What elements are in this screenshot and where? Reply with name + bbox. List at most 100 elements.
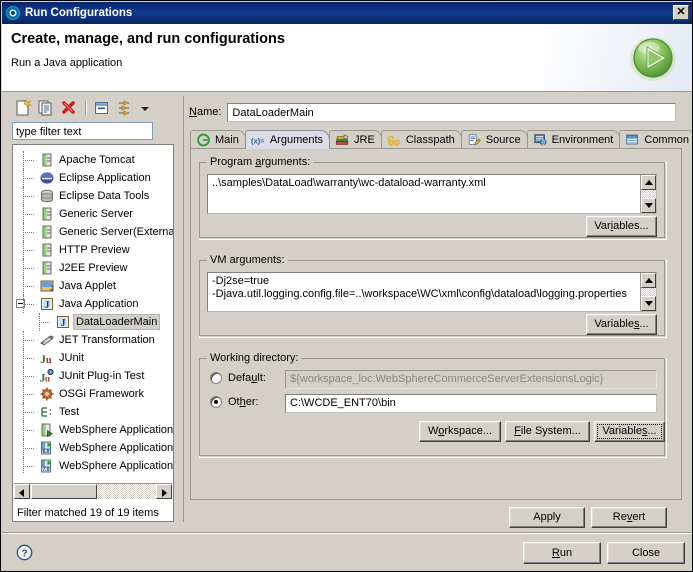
tree-item-label: Generic Server(External Launch) bbox=[59, 226, 173, 238]
database-icon bbox=[39, 188, 55, 204]
default-radio[interactable] bbox=[210, 372, 222, 384]
tab-jre[interactable]: JRE bbox=[329, 130, 382, 149]
tree-horizontal-scrollbar[interactable] bbox=[14, 483, 172, 499]
window-title: Run Configurations bbox=[25, 7, 133, 19]
tree-item[interactable]: JET Transformation bbox=[13, 331, 173, 349]
tree-item[interactable]: 7.0 WebSphere Application Server v7.0 bbox=[13, 457, 173, 473]
other-radio[interactable] bbox=[210, 396, 222, 408]
scroll-thumb[interactable] bbox=[31, 484, 97, 499]
chevron-down-icon[interactable] bbox=[140, 99, 150, 117]
tab-source[interactable]: Source bbox=[460, 130, 528, 149]
common-tab-icon bbox=[625, 133, 641, 147]
delete-icon[interactable] bbox=[59, 98, 79, 118]
tree-item[interactable]: J Java Applet bbox=[13, 277, 173, 295]
working-directory-default-value: ${workspace_loc:WebSphereCommerceServerE… bbox=[285, 370, 657, 389]
scroll-track[interactable] bbox=[641, 190, 656, 198]
working-directory-other-input[interactable]: C:\WCDE_ENT70\bin bbox=[285, 394, 657, 413]
scroll-left-button[interactable] bbox=[14, 484, 30, 499]
tree-item[interactable]: HTTP Preview bbox=[13, 241, 173, 259]
websphere60-icon: 6.0 bbox=[39, 440, 55, 456]
tree-item[interactable]: Ju JUnit Plug-in Test bbox=[13, 367, 173, 385]
tree-item[interactable]: OSGi Framework bbox=[13, 385, 173, 403]
tree-item[interactable]: 6.0 WebSphere Application Server v6.0 bbox=[13, 439, 173, 457]
tree-items-container: Apache Tomcat Eclipse Application Eclipse … bbox=[13, 151, 173, 473]
tab-common[interactable]: Common bbox=[619, 130, 692, 149]
svg-text:(x)=: (x)= bbox=[251, 136, 265, 145]
tree-item[interactable]: Generic Server(External Launch) bbox=[13, 223, 173, 241]
program-arguments-textarea[interactable]: ..\samples\DataLoad\warranty\wc-dataload… bbox=[207, 174, 657, 214]
working-directory-variables-button[interactable]: Variables... bbox=[594, 421, 665, 442]
tree-item-label: J2EE Preview bbox=[59, 262, 128, 274]
vm-arguments-scrollbar[interactable] bbox=[640, 273, 656, 311]
close-window-button[interactable]: ✕ bbox=[673, 5, 689, 20]
vm-arguments-textarea[interactable]: -Dj2se=true -Djava.util.logging.config.f… bbox=[207, 272, 657, 312]
test-icon bbox=[39, 404, 55, 420]
collapse-all-icon[interactable] bbox=[92, 98, 112, 118]
vm-arguments-variables-button[interactable]: Variables... bbox=[586, 314, 657, 335]
tab-label: Arguments bbox=[269, 134, 324, 146]
working-directory-default-radio-row[interactable]: Default: bbox=[210, 372, 266, 384]
workspace-button[interactable]: Workspace... bbox=[419, 421, 501, 442]
tab-main[interactable]: Main bbox=[190, 130, 246, 149]
run-button[interactable]: Run bbox=[523, 542, 601, 564]
close-button[interactable]: Close bbox=[607, 542, 685, 564]
tree-item[interactable]: Ju JUnit bbox=[13, 349, 173, 367]
tree-connector bbox=[23, 259, 39, 277]
tree-item[interactable]: Apache Tomcat bbox=[13, 151, 173, 169]
tree-connector bbox=[23, 457, 39, 473]
tree-item-label: Java Application bbox=[59, 298, 139, 310]
tree-item-label: HTTP Preview bbox=[59, 244, 130, 256]
scroll-right-button[interactable] bbox=[156, 484, 172, 499]
tree-connector bbox=[39, 313, 55, 331]
tree-item[interactable]: Generic Server bbox=[13, 205, 173, 223]
tree-item[interactable]: Test bbox=[13, 403, 173, 421]
svg-text:J: J bbox=[50, 286, 54, 293]
scroll-down-button[interactable] bbox=[641, 198, 656, 213]
file-system-button[interactable]: File System... bbox=[505, 421, 590, 442]
scroll-track[interactable] bbox=[641, 288, 656, 296]
tab-label: JRE bbox=[354, 134, 375, 146]
server-icon bbox=[39, 260, 55, 276]
scroll-up-button[interactable] bbox=[641, 273, 656, 288]
program-arguments-scrollbar[interactable] bbox=[640, 175, 656, 213]
tree-item[interactable]: Eclipse Data Tools bbox=[13, 187, 173, 205]
duplicate-icon[interactable] bbox=[36, 98, 56, 118]
svg-text:6.0: 6.0 bbox=[43, 449, 50, 455]
tab-label: Main bbox=[215, 134, 239, 146]
scroll-up-button[interactable] bbox=[641, 175, 656, 190]
tab-environment[interactable]: Environment bbox=[526, 130, 621, 149]
tree-item[interactable]: J DataLoaderMain bbox=[13, 313, 173, 331]
tree-item-label: JET Transformation bbox=[59, 334, 155, 346]
new-launch-configuration-icon[interactable] bbox=[13, 98, 33, 118]
apply-button[interactable]: Apply bbox=[509, 507, 585, 528]
working-directory-other-radio-row[interactable]: Other: bbox=[210, 396, 259, 408]
scroll-down-button[interactable] bbox=[641, 296, 656, 311]
revert-button[interactable]: Revert bbox=[591, 507, 667, 528]
default-radio-label: Default: bbox=[228, 372, 266, 384]
tree-connector bbox=[23, 205, 39, 223]
tree-item[interactable]: J Java Application bbox=[13, 295, 173, 313]
help-question-icon[interactable]: ? bbox=[16, 544, 33, 561]
filter-icon[interactable] bbox=[115, 98, 135, 118]
configuration-name-input[interactable] bbox=[227, 102, 677, 122]
tree-connector bbox=[23, 367, 39, 385]
other-radio-label: Other: bbox=[228, 396, 259, 408]
java-app-icon: J bbox=[39, 296, 55, 312]
tree-item[interactable]: Eclipse Application bbox=[13, 169, 173, 187]
tab-classpath[interactable]: Classpath bbox=[380, 130, 462, 149]
java-app-icon: J bbox=[55, 314, 71, 330]
tree-connector bbox=[23, 385, 39, 403]
tree-item[interactable]: J2EE Preview bbox=[13, 259, 173, 277]
page-title: Create, manage, and run configurations bbox=[11, 31, 285, 47]
launch-config-tree[interactable]: Apache Tomcat Eclipse Application Eclipse … bbox=[12, 144, 174, 522]
title-bar: Run Configurations ✕ bbox=[2, 2, 692, 24]
program-arguments-variables-button[interactable]: Variables... bbox=[586, 216, 657, 237]
launch-config-tree-panel: Apache Tomcat Eclipse Application Eclipse … bbox=[7, 96, 177, 522]
tree-item[interactable]: WebSphere Application Server bbox=[13, 421, 173, 439]
tab-arguments[interactable]: (x)= Arguments bbox=[244, 130, 331, 149]
main-tab-icon bbox=[196, 133, 212, 147]
tree-connector bbox=[23, 241, 39, 259]
osgi-icon bbox=[39, 386, 55, 402]
filter-input[interactable] bbox=[12, 122, 153, 140]
tree-connector bbox=[23, 403, 39, 421]
